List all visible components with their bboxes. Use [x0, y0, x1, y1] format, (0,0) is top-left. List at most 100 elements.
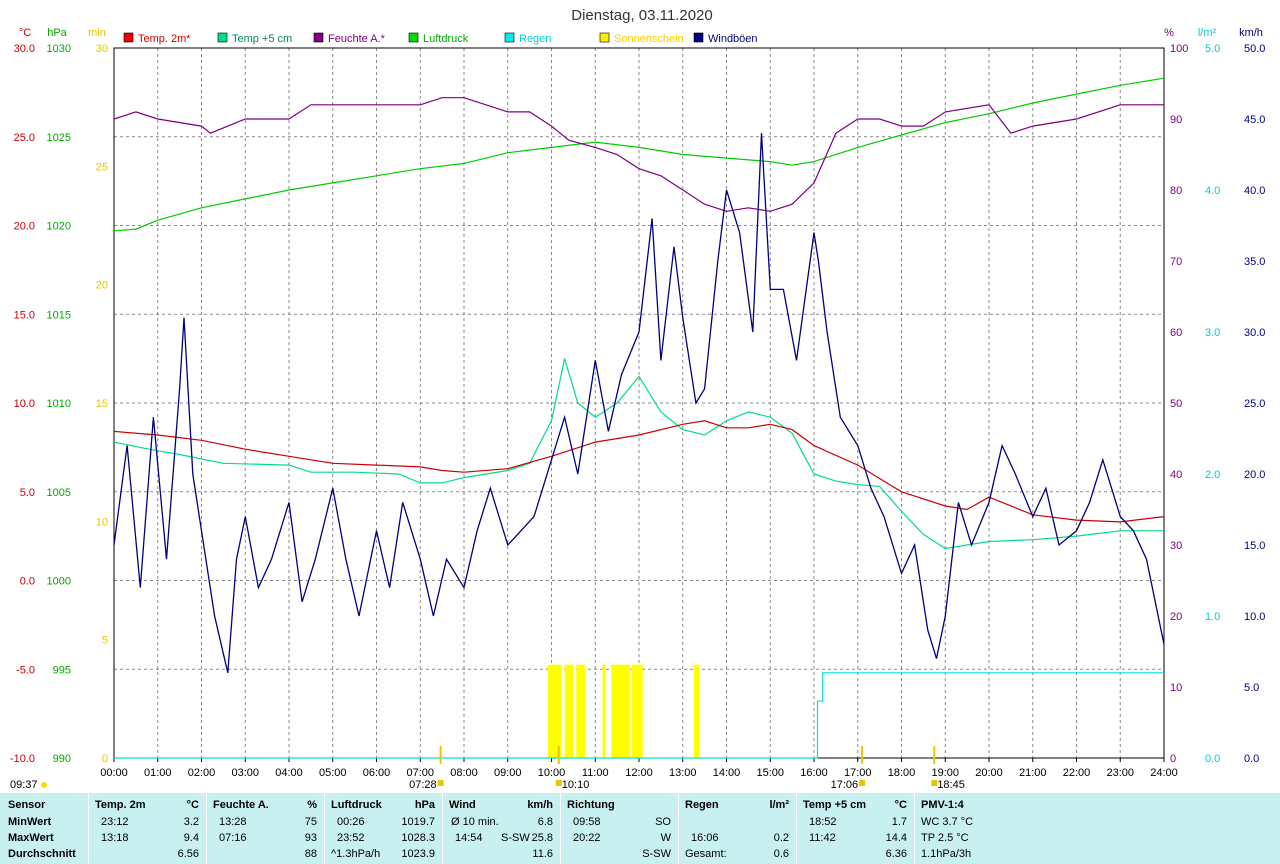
tick-label-wind: 50.0	[1244, 43, 1265, 55]
humidity-unit: %	[307, 799, 317, 811]
temp5cm-unit: °C	[894, 799, 907, 811]
tick-label-temp: 0.0	[20, 576, 35, 588]
tick-label-rain: 3.0	[1205, 327, 1220, 339]
tick-label-humidity: 50	[1170, 398, 1182, 410]
x-tick-label: 17:00	[844, 767, 872, 779]
temp2m-min-time: 23:12	[101, 816, 129, 828]
humidity-max-val: 93	[304, 832, 317, 844]
legend-swatch	[123, 32, 134, 43]
rain-total-val: 0.6	[773, 848, 789, 860]
sunshine-bar	[576, 664, 586, 758]
legend-label: Temp +5 cm	[232, 33, 292, 45]
tick-label-wind: 35.0	[1244, 256, 1265, 268]
tick-label-humidity: 70	[1170, 256, 1182, 268]
axis-unit-sunshine: min	[88, 27, 106, 39]
x-tick-label: 11:00	[582, 767, 609, 779]
legend-label: Sonnenschein	[614, 33, 684, 45]
temp2m-min-val: 3.2	[183, 816, 199, 828]
direction-r1-val: SO	[655, 816, 671, 828]
tick-label-wind: 30.0	[1244, 327, 1265, 339]
humidity-min-val: 75	[304, 816, 317, 828]
temp5cm-title: Temp +5 cm	[803, 799, 867, 811]
tick-label-rain: 5.0	[1205, 43, 1220, 55]
series-line	[113, 77, 1165, 232]
legend-swatch	[217, 32, 228, 43]
sun-dot	[41, 782, 47, 788]
rain-title: Regen	[685, 799, 719, 811]
legend-label: Windböen	[708, 33, 758, 45]
sunshine-bar	[693, 664, 700, 758]
marker-label: 10:10	[562, 779, 590, 791]
axis-unit-humidity: %	[1164, 27, 1174, 39]
pressure-title: Luftdruck	[331, 799, 382, 811]
x-tick-label: 12:00	[625, 767, 653, 779]
axis-unit-temp: °C	[19, 27, 31, 39]
stats-wind: Wind km/h Ø 10 min. 6.8 14:54 S-SW 25.8 …	[442, 793, 561, 864]
tick-label-humidity: 80	[1170, 185, 1182, 197]
tick-label-pressure: 990	[53, 753, 71, 765]
legend-swatch	[504, 32, 515, 43]
tick-label-pressure: 1000	[47, 576, 71, 588]
row-label-max: MaxWert	[8, 832, 54, 844]
sunshine-bar	[611, 664, 631, 758]
marker-dot	[859, 780, 866, 786]
x-tick-label: 00:00	[100, 767, 128, 779]
sunshine-bar	[602, 664, 606, 758]
row-label-avg: Durchschnitt	[8, 848, 76, 860]
tick-label-temp: 30.0	[14, 43, 35, 55]
rain-max-time: 16:06	[691, 832, 719, 844]
x-tick-label: 18:00	[888, 767, 916, 779]
x-tick-label: 09:00	[494, 767, 522, 779]
tick-label-pressure: 1005	[47, 487, 71, 499]
tick-label-sunshine: 5	[102, 635, 108, 647]
direction-r2-val: W	[660, 832, 671, 844]
rain-total-label: Gesamt:	[685, 848, 727, 860]
tick-label-humidity: 100	[1170, 43, 1188, 55]
tick-label-wind: 10.0	[1244, 611, 1265, 623]
x-tick-label: 05:00	[319, 767, 347, 779]
stats-direction: Richtung 09:58 SO 20:22 W S-SW	[560, 793, 679, 864]
pmv-trend: 1.1hPa/3h	[921, 848, 972, 860]
stats-labels: Sensor MinWert MaxWert Durchschnitt	[0, 793, 88, 864]
pmv-tp: TP 2.5 °C	[921, 832, 969, 844]
x-tick-label: 23:00	[1106, 767, 1134, 779]
tick-label-temp: 5.0	[20, 487, 35, 499]
tick-label-sunshine: 25	[96, 161, 108, 173]
sunshine-bar	[547, 664, 562, 758]
x-tick-label: 03:00	[231, 767, 259, 779]
tick-label-pressure: 1010	[47, 398, 71, 410]
x-tick-label: 06:00	[363, 767, 391, 779]
chart-title: Dienstag, 03.11.2020	[571, 7, 713, 24]
x-tick-label: 24:00	[1150, 767, 1178, 779]
tick-label-temp: 25.0	[14, 132, 35, 144]
temp2m-max-val: 9.4	[183, 832, 199, 844]
row-label-min: MinWert	[8, 816, 52, 828]
pressure-max-time: 23:52	[337, 832, 365, 844]
x-tick-label: 14:00	[713, 767, 741, 779]
axis-unit-wind: km/h	[1239, 27, 1263, 39]
tick-label-rain: 4.0	[1205, 185, 1220, 197]
temp2m-max-time: 13:18	[101, 832, 129, 844]
temp5cm-max-val: 14.4	[885, 832, 907, 844]
legend-label: Luftdruck	[423, 33, 469, 45]
temp2m-title: Temp. 2m	[95, 799, 146, 811]
pressure-avg: 1023.9	[401, 848, 435, 860]
tick-label-humidity: 40	[1170, 469, 1182, 481]
rain-max-val: 0.2	[773, 832, 789, 844]
grid	[113, 47, 1165, 759]
humidity-avg: 88	[304, 848, 317, 860]
temp5cm-min-time: 18:52	[809, 816, 837, 828]
legend-label: Feuchte A.*	[328, 33, 386, 45]
tick-label-temp: 10.0	[14, 398, 35, 410]
pmv-wc: WC 3.7 °C	[921, 816, 974, 828]
tick-label-wind: 15.0	[1244, 540, 1265, 552]
tick-label-wind: 20.0	[1244, 469, 1265, 481]
pressure-min-time: 00:26	[337, 816, 365, 828]
x-tick-label: 15:00	[756, 767, 784, 779]
tick-label-humidity: 30	[1170, 540, 1182, 552]
stats-temp5cm: Temp +5 cm °C 18:52 1.7 11:42 14.4 6.36	[796, 793, 915, 864]
tick-label-sunshine: 30	[96, 43, 108, 55]
tick-label-rain: 0.0	[1205, 753, 1220, 765]
tick-label-humidity: 0	[1170, 753, 1176, 765]
tick-label-sunshine: 20	[96, 280, 108, 292]
